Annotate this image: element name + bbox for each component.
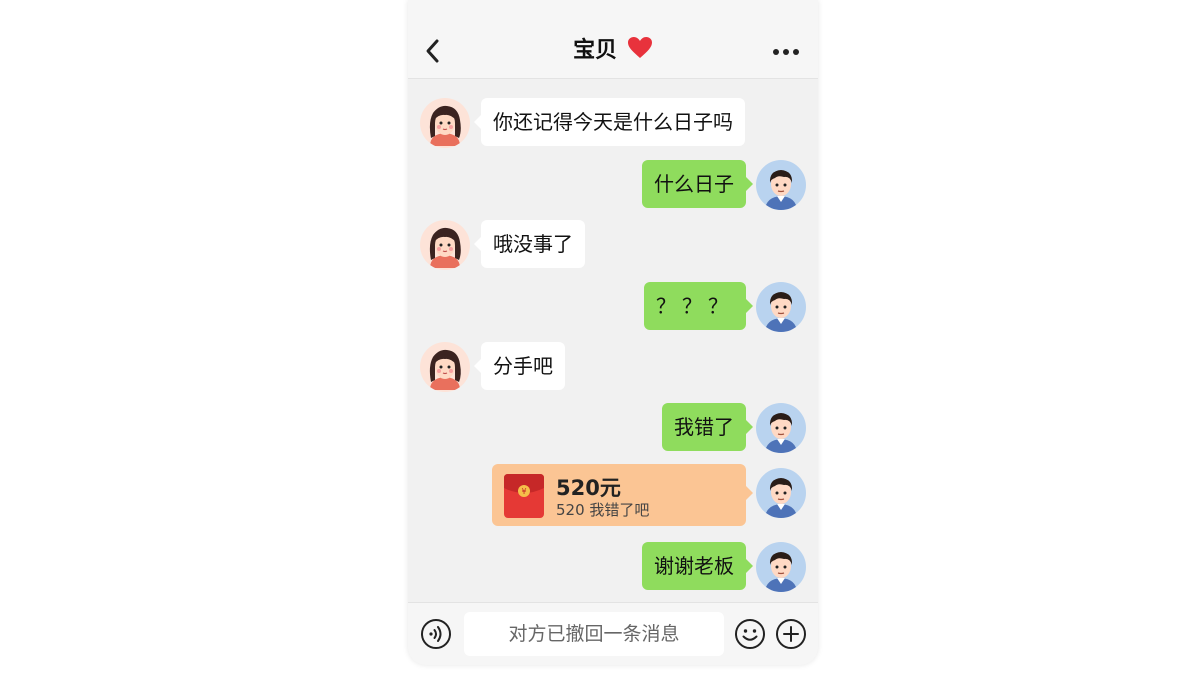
voice-button[interactable] [420,618,452,650]
message-bubble-sent[interactable]: 什么日子 [642,160,753,208]
red-packet-amount: 520元 [556,476,621,500]
chat-header: 宝贝 [408,0,818,79]
red-packet-card[interactable]: ¥ 520元 520 我错了吧 [492,464,753,526]
girl-avatar-icon [429,105,461,146]
boy-avatar-icon [765,170,797,210]
input-bar: 对方已撤回一条消息 [408,602,818,665]
chat-title: 宝贝 [408,36,818,66]
message-bubble-received[interactable]: 分手吧 [474,342,565,390]
boy-avatar-icon [765,292,797,332]
emoji-icon [735,619,765,649]
plus-icon [776,619,806,649]
my-avatar[interactable] [756,403,806,453]
red-packet-icon: ¥ [504,474,544,518]
girlfriend-avatar[interactable] [420,342,470,392]
girl-avatar-icon [429,349,461,390]
emoji-button[interactable] [734,618,766,650]
more-horizontal-icon [773,49,799,55]
message-input[interactable]: 对方已撤回一条消息 [464,612,724,656]
girlfriend-avatar[interactable] [420,220,470,270]
girlfriend-avatar[interactable] [420,98,470,148]
chat-window: 宝贝 你还记得今天是什么日子吗 什么日子 哦没事了 ？？？ 分手吧 我错了 ¥ … [408,0,818,665]
my-avatar[interactable] [756,468,806,518]
my-avatar[interactable] [756,160,806,210]
voice-icon [421,619,451,649]
my-avatar[interactable] [756,282,806,332]
more-actions-button[interactable] [775,618,807,650]
girl-avatar-icon [429,227,461,268]
more-options-button[interactable] [772,42,800,62]
message-bubble-sent[interactable]: 谢谢老板 [642,542,753,590]
message-bubble-sent[interactable]: ？？？ [644,282,753,330]
message-bubble-received[interactable]: 你还记得今天是什么日子吗 [474,98,745,146]
red-heart-icon [627,37,652,58]
boy-avatar-icon [765,413,797,453]
boy-avatar-icon [765,478,797,518]
message-bubble-sent[interactable]: 我错了 [662,403,753,451]
my-avatar[interactable] [756,542,806,592]
red-packet-note: 520 我错了吧 [556,501,650,519]
message-bubble-received[interactable]: 哦没事了 [474,220,585,268]
boy-avatar-icon [765,552,797,592]
contact-name: 宝贝 [573,38,618,63]
svg-text:¥: ¥ [521,487,526,496]
